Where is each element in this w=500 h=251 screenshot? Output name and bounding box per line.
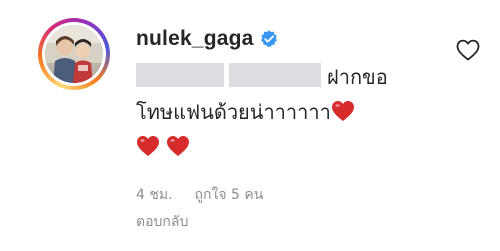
comment-meta: 4 ชม. ถูกใจ 5 คน bbox=[136, 184, 263, 206]
avatar-photo bbox=[45, 25, 103, 83]
comment-text: ฝากขอ โทษแฟนด้วยน่าาาาาา bbox=[136, 60, 436, 165]
blurred-mention bbox=[226, 63, 321, 87]
comment-item: nulek_gaga ฝากขอ โทษแฟนด้วยน่าาาาาา 4 ชม… bbox=[0, 0, 500, 251]
blurred-mention bbox=[136, 63, 224, 87]
username-link[interactable]: nulek_gaga bbox=[136, 27, 254, 51]
comment-likes-count[interactable]: ถูกใจ 5 คน bbox=[195, 184, 264, 206]
heart-emoji-icon bbox=[331, 98, 355, 121]
avatar[interactable] bbox=[38, 18, 110, 90]
heart-emoji-icon bbox=[166, 133, 190, 156]
heart-emoji-icon bbox=[136, 133, 160, 156]
heart-outline-icon[interactable] bbox=[455, 38, 481, 62]
username-row: nulek_gaga bbox=[136, 24, 279, 54]
reply-button[interactable]: ตอบกลับ bbox=[136, 211, 188, 233]
comment-text-line2: โทษแฟนด้วยน่าาาาาา bbox=[136, 100, 331, 124]
comment-time[interactable]: 4 ชม. bbox=[136, 184, 173, 206]
verified-badge-icon bbox=[259, 29, 279, 49]
comment-text-line1: ฝากขอ bbox=[327, 65, 388, 89]
avatar-image bbox=[45, 25, 103, 83]
